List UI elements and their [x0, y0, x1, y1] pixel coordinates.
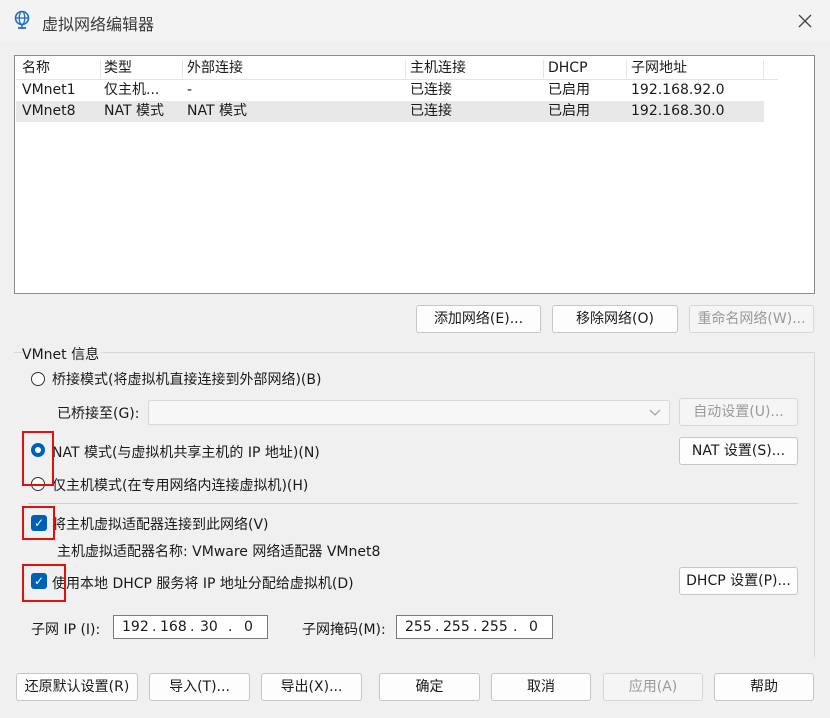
list-header: 名称 类型 外部连接 主机连接 DHCP 子网地址: [16, 58, 778, 80]
mask-octet-1: 255: [405, 619, 432, 635]
dhcp-settings-button[interactable]: DHCP 设置(P)...: [679, 567, 798, 595]
cell-subnet: 192.168.92.0: [631, 82, 725, 98]
network-list[interactable]: 名称 类型 外部连接 主机连接 DHCP 子网地址 VMnet1 仅主机... …: [14, 55, 815, 294]
apply-button[interactable]: 应用(A): [603, 673, 703, 701]
mask-octet-4: 0: [529, 619, 538, 635]
ip-octet-2: 168: [160, 619, 187, 635]
subnet-ip-input[interactable]: 192 . 168 . 30 . 0: [113, 615, 268, 639]
table-row[interactable]: VMnet1 仅主机... - 已连接 已启用 192.168.92.0: [16, 80, 764, 101]
highlight-box: [22, 564, 66, 602]
cell-external: NAT 模式: [187, 103, 247, 119]
cell-type: 仅主机...: [104, 82, 160, 98]
mask-octet-3: 255: [481, 619, 508, 635]
window-title: 虚拟网络编辑器: [42, 15, 155, 34]
ip-octet-4: 0: [244, 619, 253, 635]
host-only-label[interactable]: 仅主机模式(在专用网络内连接虚拟机)(H): [52, 475, 308, 495]
close-icon: [798, 14, 812, 28]
cell-host: 已连接: [410, 82, 452, 98]
bridge-mode-label[interactable]: 桥接模式(将虚拟机直接连接到外部网络)(B): [52, 369, 321, 389]
header-subnet[interactable]: 子网地址: [631, 58, 687, 79]
header-host[interactable]: 主机连接: [410, 58, 466, 79]
bridged-to-select[interactable]: [148, 400, 670, 425]
cell-type: NAT 模式: [104, 103, 164, 119]
nat-settings-button[interactable]: NAT 设置(S)...: [679, 437, 798, 465]
connect-adapter-label[interactable]: 将主机虚拟适配器连接到此网络(V): [52, 514, 269, 534]
import-button[interactable]: 导入(T)...: [149, 673, 250, 701]
bridge-mode-radio[interactable]: [31, 372, 45, 386]
separator: [28, 503, 798, 504]
rename-network-button[interactable]: 重命名网络(W)...: [689, 305, 814, 333]
dhcp-label[interactable]: 使用本地 DHCP 服务将 IP 地址分配给虚拟机(D): [52, 573, 354, 593]
adapter-name-text: 主机虚拟适配器名称: VMware 网络适配器 VMnet8: [57, 544, 381, 560]
add-network-button[interactable]: 添加网络(E)...: [416, 305, 541, 333]
cell-external: -: [187, 82, 193, 98]
subnet-mask-label: 子网掩码(M):: [302, 622, 386, 638]
nat-mode-label[interactable]: NAT 模式(与虚拟机共享主机的 IP 地址)(N): [52, 442, 320, 462]
header-dhcp[interactable]: DHCP: [548, 58, 588, 79]
mask-octet-2: 255: [443, 619, 470, 635]
header-external[interactable]: 外部连接: [187, 58, 243, 79]
export-button[interactable]: 导出(X)...: [261, 673, 362, 701]
cell-host: 已连接: [410, 103, 452, 119]
help-button[interactable]: 帮助: [714, 673, 814, 701]
restore-defaults-button[interactable]: 还原默认设置(R): [16, 673, 138, 701]
highlight-box: [22, 506, 55, 540]
cancel-button[interactable]: 取消: [491, 673, 591, 701]
close-button[interactable]: [788, 6, 822, 36]
cell-name: VMnet1: [22, 82, 76, 98]
auto-settings-button[interactable]: 自动设置(U)...: [679, 398, 798, 426]
cell-subnet: 192.168.30.0: [631, 103, 725, 119]
title-bar: 虚拟网络编辑器: [0, 0, 830, 42]
vmnet-info-group-label: VMnet 信息: [22, 344, 102, 364]
subnet-ip-label: 子网 IP (I):: [31, 622, 101, 638]
bridged-to-label: 已桥接至(G):: [57, 406, 140, 422]
header-type[interactable]: 类型: [104, 58, 132, 79]
cell-name: VMnet8: [22, 103, 76, 119]
table-row-selected[interactable]: VMnet8 NAT 模式 NAT 模式 已连接 已启用 192.168.30.…: [16, 101, 764, 122]
highlight-box: [22, 431, 54, 486]
group-border-right: [814, 352, 815, 657]
remove-network-button[interactable]: 移除网络(O): [552, 305, 678, 333]
ok-button[interactable]: 确定: [379, 673, 480, 701]
chevron-down-icon: [649, 409, 661, 416]
subnet-mask-input[interactable]: 255 . 255 . 255 . 0: [396, 615, 553, 639]
header-name[interactable]: 名称: [22, 58, 50, 79]
group-border: [14, 352, 815, 353]
cell-dhcp: 已启用: [548, 103, 590, 119]
cell-dhcp: 已启用: [548, 82, 590, 98]
ip-octet-1: 192: [122, 619, 149, 635]
ip-octet-3: 30: [200, 619, 218, 635]
network-globe-icon: [14, 10, 30, 29]
